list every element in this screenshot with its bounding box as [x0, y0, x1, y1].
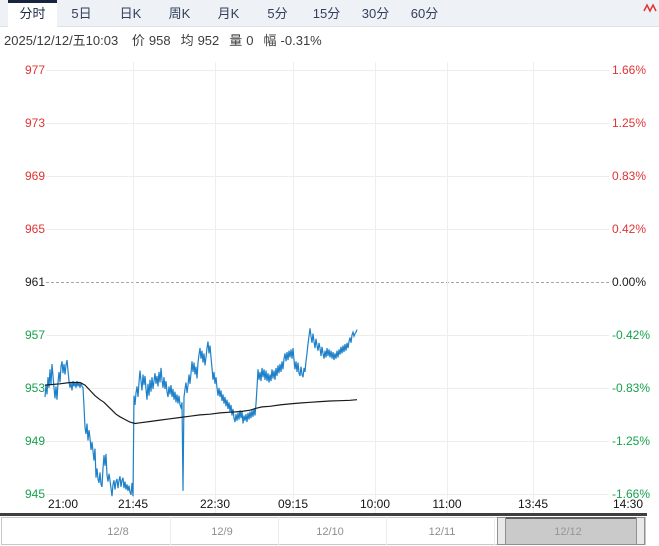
- tab-minute-label: 分时: [19, 6, 46, 21]
- v-gridline-22:30: [215, 62, 216, 513]
- h-gridline: [46, 493, 609, 495]
- v-gridline-21:45: [133, 62, 134, 513]
- percent-tick-0.00%: 0.00%: [612, 275, 647, 289]
- percent-tick-0.83%: 0.83%: [612, 169, 647, 184]
- price-tick-953: 953: [24, 380, 45, 395]
- active-tab-indicator: [8, 0, 57, 3]
- selected-range-box[interactable]: [506, 517, 636, 545]
- tab-5day-label: 5日: [71, 6, 92, 21]
- tab-monthly-k[interactable]: 月K: [204, 0, 253, 27]
- time-label-11:00: 11:00: [432, 497, 462, 511]
- h-gridline: [46, 229, 609, 231]
- status-change-value: -0.31%: [280, 33, 322, 48]
- status-volume-label: 量: [229, 33, 243, 48]
- navigator-day-separator: [278, 517, 279, 545]
- h-gridline: [46, 123, 609, 125]
- time-label-22:30: 22:30: [199, 497, 231, 511]
- nav-date-12/8: 12/8: [107, 526, 129, 538]
- nav-date-12/9: 12/9: [211, 526, 233, 538]
- percent-tick-1.66%: 1.66%: [612, 63, 647, 78]
- range-handle-right[interactable]: [636, 517, 645, 545]
- status-price-label: 价: [131, 33, 145, 48]
- status-bar: 2025/12/12/五10:03 价 958 均 952 量 0 幅 -0.31%: [0, 28, 659, 54]
- time-label-14:30: 14:30: [612, 497, 644, 511]
- percent-tick-0.42%: 0.42%: [612, 222, 647, 237]
- price-tick-969: 969: [24, 169, 45, 184]
- time-axis-line: [0, 513, 647, 516]
- tab-30min-label: 30分: [361, 6, 390, 21]
- status-change-label: 幅: [263, 33, 277, 48]
- time-label-10:00: 10:00: [359, 497, 391, 511]
- red-scribble-icon: [643, 3, 657, 13]
- price-tick-973: 973: [24, 116, 45, 131]
- percent-tick--0.42%: -0.42%: [612, 327, 651, 342]
- tab-15min-label: 15分: [312, 6, 341, 21]
- status-change: 幅 -0.31%: [264, 33, 322, 48]
- status-volume: 量0: [229, 33, 253, 48]
- navigator-day-separator: [386, 517, 387, 545]
- tab-60min[interactable]: 60分: [400, 0, 449, 27]
- intraday-chart-screen: 分时 5日 日K 周K 月K 5分 15分 30分 60分 2025/12/12/五10:03 …: [0, 0, 659, 546]
- tab-monthly-k-label: 月K: [217, 6, 240, 21]
- nav-date-12/10: 12/10: [316, 526, 344, 538]
- tab-weekly-k[interactable]: 周K: [155, 0, 204, 27]
- price-tick-945: 945: [24, 486, 45, 501]
- status-price: 价 958: [132, 33, 171, 48]
- price-tick-965: 965: [24, 222, 45, 237]
- price-tick-961: 961: [24, 275, 45, 289]
- time-label-13:45: 13:45: [517, 497, 549, 511]
- tab-daily-k[interactable]: 日K: [106, 0, 155, 27]
- navigator-day-separator: [170, 517, 171, 545]
- range-handle-left[interactable]: [497, 517, 506, 545]
- tab-30min[interactable]: 30分: [351, 0, 400, 27]
- price-line: [44, 328, 358, 497]
- tab-5min-label: 5分: [267, 6, 288, 21]
- time-label-21:45: 21:45: [117, 497, 149, 511]
- tab-5min[interactable]: 5分: [253, 0, 302, 27]
- status-average-label: 均: [180, 33, 194, 48]
- chart-canvas: [2, 328, 643, 544]
- percent-tick-1.25%: 1.25%: [612, 116, 647, 131]
- tab-daily-k-label: 日K: [119, 6, 142, 21]
- tab-weekly-k-label: 周K: [168, 6, 191, 21]
- tab-15min[interactable]: 15分: [302, 0, 351, 27]
- price-tick-977: 977: [24, 63, 45, 78]
- tab-5day[interactable]: 5日: [57, 0, 106, 27]
- status-average-value: 952: [197, 33, 220, 48]
- navigator-day-separator: [494, 517, 495, 545]
- status-price-value: 958: [148, 33, 171, 48]
- v-gridline-11:00: [447, 62, 448, 513]
- time-label-09:15: 09:15: [277, 497, 309, 511]
- price-tick-949: 949: [24, 433, 45, 448]
- h-gridline: [46, 70, 609, 72]
- baseline-gridline: [46, 282, 609, 283]
- percent-tick--0.83%: -0.83%: [612, 380, 651, 395]
- price-tick-957: 957: [24, 327, 45, 342]
- status-datetime: 2025/12/12/五10:03: [4, 33, 119, 48]
- h-gridline: [46, 334, 609, 336]
- h-gridline: [46, 176, 609, 178]
- status-volume-value: 0: [246, 33, 254, 48]
- status-average: 均 952: [181, 33, 220, 48]
- time-label-21:00: 21:00: [47, 497, 79, 511]
- period-tab-bar: 分时 5日 日K 周K 月K 5分 15分 30分 60分: [0, 0, 659, 27]
- h-gridline: [46, 440, 609, 442]
- v-gridline-10:00: [375, 62, 376, 513]
- v-gridline-09:15: [293, 62, 294, 513]
- tab-60min-label: 60分: [410, 6, 439, 21]
- tab-minute[interactable]: 分时: [8, 0, 57, 27]
- percent-tick--1.25%: -1.25%: [612, 433, 651, 448]
- h-gridline: [46, 387, 609, 389]
- nav-date-12/11: 12/11: [428, 526, 456, 538]
- v-gridline-13:45: [533, 62, 534, 513]
